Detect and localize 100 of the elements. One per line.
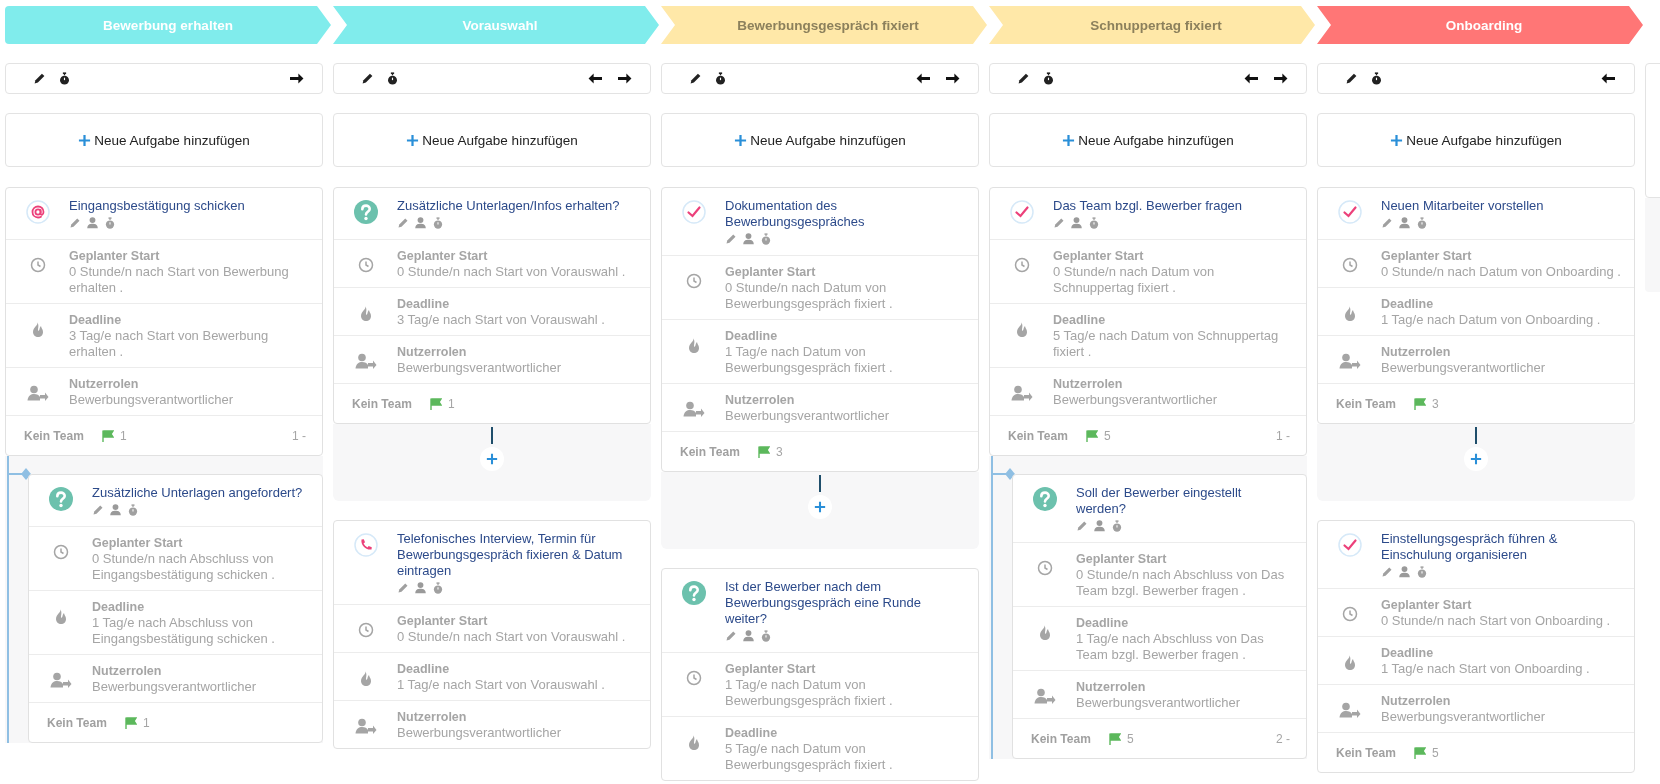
team-label: Kein Team	[1008, 428, 1069, 443]
order-number: 1 -	[1276, 428, 1290, 443]
pencil-icon[interactable]	[33, 72, 46, 85]
task-title[interactable]: Telefonisches Interview, Termin für Bewerbungsgespräch fixieren & Datum eintragen	[397, 531, 638, 579]
checkmark-icon	[1337, 200, 1362, 224]
field-value: Bewerbungsverantwortlicher	[397, 725, 563, 741]
add-subtask-button[interactable]	[1464, 447, 1488, 471]
flag-count: 3	[776, 444, 783, 459]
order-number: 1 -	[292, 428, 306, 443]
field-label: Geplanter Start	[397, 248, 489, 264]
user-arrow-icon	[682, 401, 705, 417]
pencil-icon[interactable]	[1017, 72, 1030, 85]
arrow-left-icon[interactable]	[916, 72, 931, 85]
person-icon[interactable]	[1070, 216, 1083, 229]
field-value: Bewerbungsverantwortlicher	[1076, 695, 1242, 711]
team-label: Kein Team	[1031, 731, 1092, 746]
person-icon[interactable]	[1093, 519, 1106, 532]
field-label: Geplanter Start	[1076, 551, 1168, 567]
task-title[interactable]: Soll der Bewerber eingestellt werden?	[1076, 485, 1294, 517]
arrow-left-icon[interactable]	[588, 72, 603, 85]
task-title[interactable]: Einstellungsgespräch führen & Einschulung organisieren	[1381, 531, 1622, 563]
plus-icon	[1062, 133, 1076, 147]
field-label: Deadline	[1076, 615, 1130, 631]
field-value: Bewerbungsverantwortlicher	[1381, 709, 1547, 725]
pencil-icon[interactable]	[689, 72, 702, 85]
field-label: Nutzerrolen	[92, 663, 163, 679]
field-label: Deadline	[1381, 645, 1435, 661]
user-arrow-icon	[354, 718, 377, 734]
add-subtask-button[interactable]	[480, 447, 504, 471]
add-task-button[interactable]: Neue Aufgabe hinzufügen	[989, 113, 1307, 167]
person-icon[interactable]	[414, 216, 427, 229]
clock-icon	[685, 273, 702, 289]
stopwatch-icon[interactable]	[714, 72, 727, 85]
field-label: Nutzerrolen	[69, 376, 140, 392]
add-subtask-button[interactable]	[808, 495, 832, 519]
field-label: Deadline	[725, 725, 779, 741]
phone-icon	[353, 533, 378, 557]
field-value: 1 Tag/e nach Datum von Bewerbungsgespräch fixiert .	[725, 677, 894, 709]
field-value: 3 Tag/e nach Start von Vorauswahl .	[397, 312, 606, 328]
field-label: Nutzerrolen	[1076, 679, 1147, 695]
flag-count: 5	[1127, 731, 1134, 746]
field-value: 0 Stunde/n nach Start von Vorauswahl .	[397, 264, 627, 280]
arrow-right-icon[interactable]	[617, 72, 632, 85]
field-label: Nutzerrolen	[1381, 693, 1452, 709]
field-label: Geplanter Start	[725, 264, 817, 280]
task-title[interactable]: Dokumentation des Bewerbungsgespräches	[725, 198, 966, 230]
person-icon[interactable]	[1398, 216, 1411, 229]
field-value: 0 Stunde/n nach Start von Vorauswahl .	[397, 629, 627, 645]
plus-icon	[1470, 453, 1482, 465]
arrow-left-icon[interactable]	[1601, 72, 1616, 85]
add-task-button[interactable]: Neue Aufgabe hinzufügen	[1317, 113, 1635, 167]
stopwatch-icon[interactable]	[1042, 72, 1055, 85]
person-icon[interactable]	[1398, 565, 1411, 578]
field-value: Bewerbungsverantwortlicher	[725, 408, 891, 424]
person-icon[interactable]	[742, 629, 755, 642]
person-icon[interactable]	[742, 232, 755, 245]
stopwatch-icon[interactable]	[1370, 72, 1383, 85]
field-label: Deadline	[1053, 312, 1107, 328]
field-label: Geplanter Start	[1381, 597, 1473, 613]
arrow-right-icon[interactable]	[289, 72, 304, 85]
flag-count: 1	[448, 396, 455, 411]
field-value: Bewerbungsverantwortlicher	[69, 392, 235, 408]
task-title[interactable]: Eingangsbestätigung schicken	[69, 198, 310, 214]
add-task-button[interactable]: Neue Aufgabe hinzufügen	[333, 113, 651, 167]
field-value: 1 Tag/e nach Datum von Bewerbungsgespräch fixiert .	[725, 344, 894, 376]
clock-icon	[1341, 257, 1358, 273]
task-title[interactable]: Neuen Mitarbeiter vorstellen	[1381, 198, 1622, 214]
person-icon[interactable]	[414, 581, 427, 594]
task-title[interactable]: Zusätzliche Unterlagen angefordert?	[92, 485, 310, 501]
pencil-icon[interactable]	[361, 72, 374, 85]
user-arrow-icon	[1033, 688, 1056, 704]
arrow-left-icon[interactable]	[1244, 72, 1259, 85]
pencil-icon[interactable]	[1345, 72, 1358, 85]
stopwatch-icon[interactable]	[58, 72, 71, 85]
user-arrow-icon	[49, 672, 72, 688]
team-label: Kein Team	[1336, 745, 1397, 760]
person-icon[interactable]	[109, 503, 122, 516]
team-label: Kein Team	[24, 428, 85, 443]
task-title[interactable]: Das Team bzgl. Bewerber fragen	[1053, 198, 1294, 214]
plus-icon	[1390, 133, 1404, 147]
add-task-button[interactable]: Neue Aufgabe hinzufügen	[5, 113, 323, 167]
task-title[interactable]: Ist der Bewerber nach dem Bewerbungsgespräch eine Runde weiter?	[725, 579, 966, 627]
field-label: Nutzerrolen	[725, 392, 796, 408]
team-label: Kein Team	[680, 444, 741, 459]
plus-icon	[734, 133, 748, 147]
stopwatch-icon[interactable]	[386, 72, 399, 85]
flag-count: 3	[1432, 396, 1439, 411]
task-title[interactable]: Zusätzliche Unterlagen/Infos erhalten?	[397, 198, 638, 214]
field-value: Bewerbungsverantwortlicher	[1053, 392, 1219, 408]
arrow-right-icon[interactable]	[945, 72, 960, 85]
field-label: Deadline	[69, 312, 123, 328]
connector-line	[819, 475, 821, 492]
person-icon[interactable]	[86, 216, 99, 229]
add-task-button[interactable]: Neue Aufgabe hinzufügen	[661, 113, 979, 167]
flag-count: 5	[1432, 745, 1439, 760]
team-label: Kein Team	[47, 715, 108, 730]
field-value: 3 Tag/e nach Start von Bewerbung erhalten .	[69, 328, 270, 360]
arrow-right-icon[interactable]	[1273, 72, 1288, 85]
field-value: 0 Stunde/n nach Datum von Bewerbungsgespräch fixiert .	[725, 280, 894, 312]
plus-icon	[406, 133, 420, 147]
